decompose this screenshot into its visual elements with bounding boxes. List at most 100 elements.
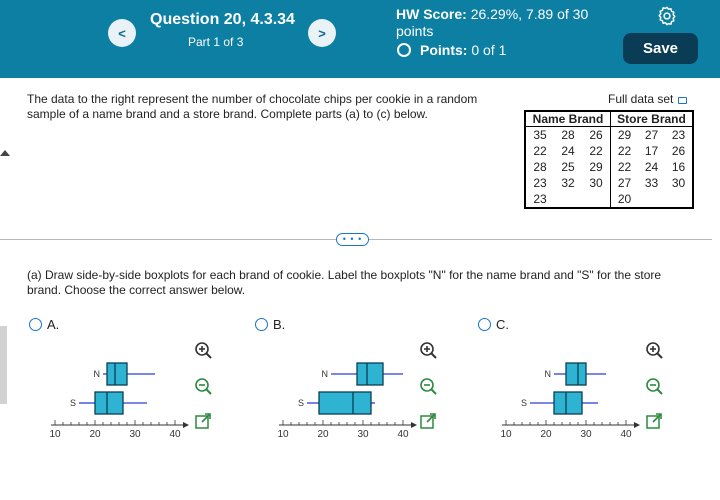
axis-arrow-icon (634, 422, 640, 428)
name-brand-value: 26 (589, 128, 603, 142)
name-brand-value: 29 (589, 160, 603, 174)
option-b-boxplot: 10 20 30 40 N S (277, 362, 417, 440)
axis-arrow-icon (411, 422, 417, 428)
previous-question-button[interactable]: < (108, 19, 136, 47)
x-tick-label: 30 (580, 429, 592, 440)
option-c-boxplot: 10 20 30 40 N S (500, 362, 640, 440)
boxplot-label-n: N (322, 369, 329, 379)
store-brand-value: 26 (671, 144, 686, 158)
axis-arrow-icon (183, 422, 189, 428)
zoom-out-icon[interactable] (194, 377, 212, 395)
name-brand-cell: 28 25 29 (525, 159, 611, 175)
zoom-in-icon[interactable] (194, 341, 212, 359)
store-brand-value: 27 (644, 128, 659, 142)
name-brand-value: 24 (561, 144, 575, 158)
store-brand-value (638, 191, 665, 207)
points-indicator: Points: 0 of 1 (397, 42, 506, 58)
store-brand-value: 24 (644, 160, 659, 174)
full-data-set-link[interactable]: Full data set (608, 92, 688, 106)
points-value: 0 of 1 (471, 42, 507, 58)
store-brand-value: 22 (617, 160, 632, 174)
store-brand-cell: 27 33 30 (610, 175, 693, 191)
option-c-radio[interactable]: C. (478, 317, 509, 332)
boxplot-label-s: S (298, 398, 304, 408)
name-brand-value: 23 (533, 176, 547, 190)
store-brand-value (665, 191, 692, 207)
left-scrollbar[interactable] (0, 326, 7, 404)
store-brand-cell: 22 17 26 (610, 143, 693, 159)
box-n (106, 362, 128, 386)
x-tick-label: 30 (129, 429, 141, 440)
table-row: 22 24 22 22 17 26 (525, 143, 693, 159)
box-s (94, 391, 124, 415)
name-brand-value: 35 (533, 128, 547, 142)
radio-circle-icon (255, 318, 268, 331)
x-tick-label: 10 (49, 429, 61, 440)
zoom-out-icon[interactable] (645, 377, 663, 395)
option-a-radio[interactable]: A. (29, 317, 59, 332)
box-s (553, 391, 583, 415)
store-brand-value: 23 (671, 128, 686, 142)
chevron-left-icon: < (118, 25, 126, 41)
zoom-in-icon[interactable] (645, 341, 663, 359)
zoom-out-icon[interactable] (419, 377, 437, 395)
store-brand-value: 20 (617, 192, 632, 206)
header-bar: < Question 20, 4.3.34 Part 1 of 3 > HW S… (0, 0, 720, 78)
store-brand-value: 17 (644, 144, 659, 158)
open-window-icon[interactable] (419, 412, 437, 430)
question-text: The data to the right represent the numb… (27, 92, 478, 121)
name-brand-cell: 22 24 22 (525, 143, 611, 159)
boxplot-label-n: N (94, 369, 101, 379)
boxplot-label-s: S (70, 398, 76, 408)
option-a-label: A. (47, 317, 60, 332)
name-brand-value (582, 191, 610, 207)
option-a-boxplot: 10 20 30 40 N S (49, 362, 189, 440)
next-question-button[interactable]: > (308, 19, 336, 47)
option-c-label: C. (496, 317, 509, 332)
box-s (318, 391, 372, 415)
x-tick-label: 20 (540, 429, 552, 440)
expand-more-button[interactable]: • • • (336, 233, 369, 246)
store-brand-value: 29 (617, 128, 632, 142)
box-n (356, 362, 384, 386)
name-brand-value: 28 (533, 160, 547, 174)
x-tick-label: 10 (500, 429, 512, 440)
save-button[interactable]: Save (623, 33, 698, 64)
store-brand-cell: 29 27 23 (610, 126, 693, 143)
store-brand-value: 30 (671, 176, 686, 190)
question-title: Question 20, 4.3.34 (150, 11, 295, 28)
part-a-text: (a) Draw side-by-side boxplots for each … (27, 268, 662, 297)
table-row: 23 32 30 27 33 30 (525, 175, 693, 191)
radio-circle-icon (478, 318, 491, 331)
name-brand-cell: 35 28 26 (525, 127, 611, 144)
data-table: Name Brand Store Brand 35 28 26 29 27 23 22 24 2… (524, 110, 694, 209)
boxplot-label-s: S (521, 398, 527, 408)
store-brand-value: 27 (617, 176, 632, 190)
x-tick-label: 40 (397, 429, 409, 440)
name-brand-value: 22 (589, 144, 603, 158)
open-window-icon[interactable] (194, 412, 212, 430)
table-row: 35 28 26 29 27 23 (525, 126, 693, 144)
name-brand-value: 32 (561, 176, 575, 190)
store-brand-value: 22 (617, 144, 632, 158)
name-brand-cell: 23 (525, 191, 611, 208)
option-b-radio[interactable]: B. (255, 317, 285, 332)
store-brand-value: 33 (644, 176, 659, 190)
gear-icon[interactable] (656, 5, 678, 27)
name-brand-value: 25 (561, 160, 575, 174)
x-tick-label: 40 (169, 429, 181, 440)
store-brand-value: 16 (671, 160, 686, 174)
name-brand-value: 23 (533, 192, 547, 206)
collapse-arrow-icon[interactable] (0, 150, 10, 156)
x-tick-label: 10 (277, 429, 289, 440)
option-b-label: B. (273, 317, 286, 332)
question-part: Part 1 of 3 (188, 35, 244, 49)
open-window-icon[interactable] (645, 412, 663, 430)
table-row: 28 25 29 22 24 16 (525, 159, 693, 175)
name-brand-header: Name Brand (525, 111, 611, 127)
chevron-right-icon: > (318, 25, 326, 41)
zoom-in-icon[interactable] (419, 341, 437, 359)
box-n (565, 362, 587, 386)
points-circle-icon (397, 43, 411, 57)
window-icon (678, 96, 688, 104)
